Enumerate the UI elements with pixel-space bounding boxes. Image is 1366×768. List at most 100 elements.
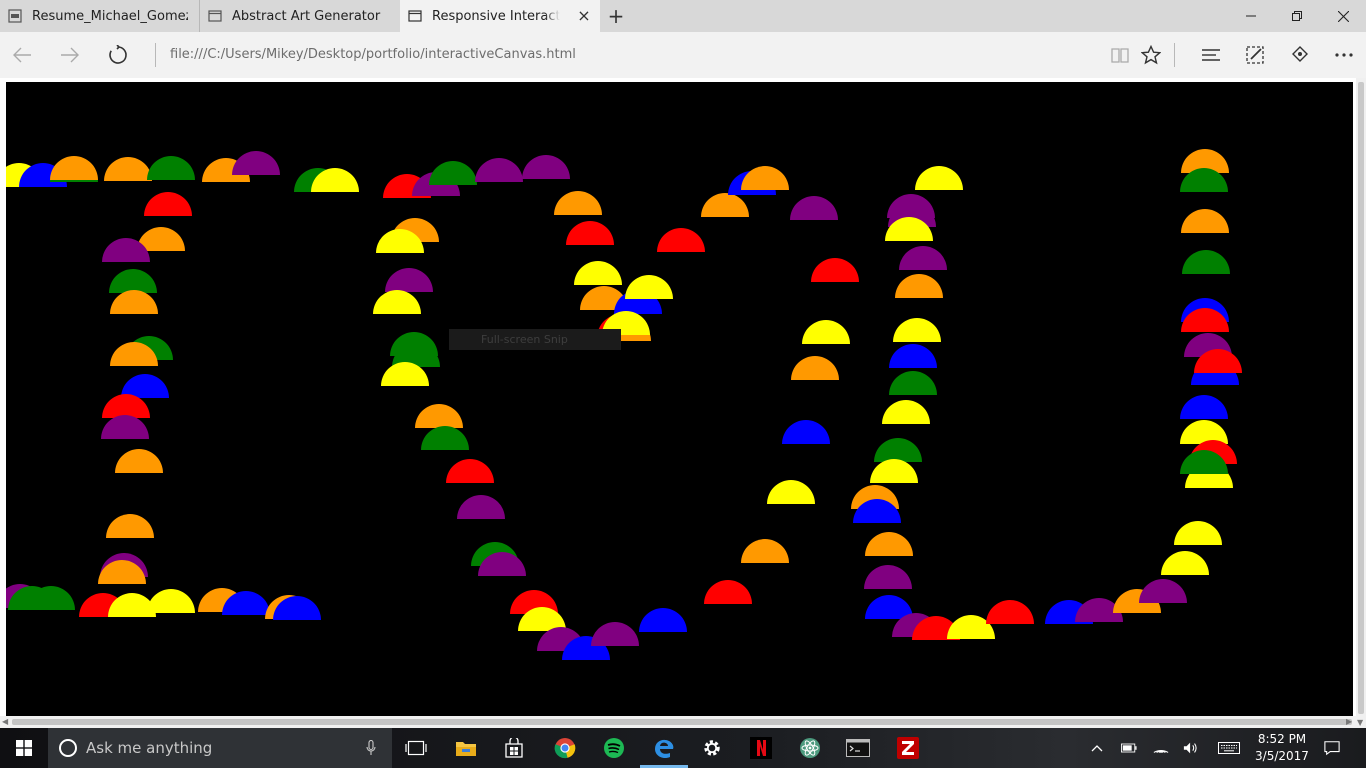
atom-button[interactable] [786,728,834,768]
edge-button[interactable] [640,728,688,768]
orange-half-circle [701,193,749,217]
hub-button[interactable] [1195,39,1227,71]
taskbar: Ask me anything 8:52 PM 3/5/2017 [0,728,1366,768]
system-clock[interactable]: 8:52 PM 3/5/2017 [1250,731,1314,765]
settings-button[interactable] [688,728,736,768]
yellow-half-circle [767,480,815,504]
tab-responsive-interactive[interactable]: Responsive Interactive C × [400,0,600,32]
reading-view-icon [1111,48,1129,63]
red-half-circle [446,459,494,483]
battery-icon[interactable] [1121,740,1137,756]
favorite-button[interactable] [1135,39,1167,71]
search-placeholder: Ask me anything [86,739,213,757]
action-center-icon[interactable] [1324,740,1340,756]
page-content: ◀ ▶ ▼ [0,78,1366,728]
orange-half-circle [110,290,158,314]
reading-view-button[interactable] [1104,39,1136,71]
green-half-circle [147,156,195,180]
cortana-icon [59,739,77,757]
scroll-left-arrow[interactable]: ◀ [2,718,8,726]
netflix-icon [750,737,772,759]
yellow-half-circle [147,589,195,613]
start-button[interactable] [0,728,48,768]
green-half-circle [421,426,469,450]
purple-half-circle [475,158,523,182]
snip-tooltip: Full-screen Snip [449,329,621,350]
green-half-circle [889,371,937,395]
new-tab-button[interactable]: + [604,4,628,28]
yellow-half-circle [1180,420,1228,444]
store-icon [505,738,523,758]
star-icon [1141,45,1161,65]
purple-half-circle [522,155,570,179]
atom-icon [800,738,820,758]
blue-half-circle [639,608,687,632]
yellow-half-circle [802,320,850,344]
blue-half-circle [782,420,830,444]
scroll-down-arrow[interactable]: ▼ [1357,719,1363,727]
share-icon [1292,46,1308,62]
blue-half-circle [889,344,937,368]
orange-half-circle [1181,209,1229,233]
yellow-half-circle [625,275,673,299]
task-view-button[interactable] [392,728,440,768]
purple-half-circle [385,268,433,292]
chrome-button[interactable] [541,728,589,768]
file-explorer-icon [456,742,476,756]
tab-strip: Resume_Michael_Gomez_.p Abstract Art Gen… [0,0,1366,32]
microphone-icon[interactable] [366,740,376,756]
horizontal-scroll-thumb[interactable] [12,719,1352,725]
filezilla-button[interactable] [884,728,932,768]
orange-half-circle [554,191,602,215]
cmd-button[interactable] [834,728,882,768]
close-tab-icon[interactable]: × [576,8,592,24]
green-half-circle [109,269,157,293]
orange-half-circle [115,449,163,473]
keyboard-icon[interactable] [1217,740,1241,756]
orange-half-circle [741,166,789,190]
forward-button[interactable] [54,39,86,71]
share-button[interactable] [1284,39,1316,71]
blue-half-circle [1180,395,1228,419]
yellow-half-circle [915,166,963,190]
back-button[interactable] [6,39,38,71]
scroll-right-arrow[interactable]: ▶ [1346,718,1352,726]
interactive-canvas[interactable] [6,82,1353,716]
wifi-icon[interactable] [1153,740,1169,756]
clock-date: 3/5/2017 [1255,749,1309,763]
restore-button[interactable] [1274,0,1320,32]
task-view-icon [405,740,427,756]
tab-abstract-art[interactable]: Abstract Art Generator [200,0,400,32]
red-half-circle [986,600,1034,624]
purple-half-circle [232,151,280,175]
volume-icon[interactable] [1183,740,1199,756]
minimize-button[interactable] [1228,0,1274,32]
tab-resume[interactable]: Resume_Michael_Gomez_.p [0,0,200,32]
hub-icon [1202,49,1220,61]
edge-icon [655,739,674,759]
green-half-circle [429,161,477,185]
refresh-button[interactable] [102,39,134,71]
more-button[interactable] [1328,39,1360,71]
windows-logo-icon [16,740,32,756]
web-note-button[interactable] [1239,39,1271,71]
red-half-circle [657,228,705,252]
file-explorer-button[interactable] [442,728,490,768]
yellow-half-circle [870,459,918,483]
close-window-button[interactable] [1320,0,1366,32]
netflix-button[interactable] [737,728,785,768]
address-bar: file:///C:/Users/Mikey/Desktop/portfolio… [0,32,1366,78]
purple-half-circle [1139,579,1187,603]
url-field[interactable]: file:///C:/Users/Mikey/Desktop/portfolio… [170,47,576,62]
spotify-button[interactable] [590,728,638,768]
page-icon [408,9,422,23]
vertical-scroll-thumb[interactable] [1358,82,1364,714]
web-note-icon [1246,46,1264,64]
cortana-search-box[interactable]: Ask me anything [48,728,392,768]
chevron-up-icon[interactable] [1089,740,1105,756]
filezilla-icon [897,737,919,759]
yellow-half-circle [882,400,930,424]
store-button[interactable] [490,728,538,768]
red-half-circle [811,258,859,282]
orange-half-circle [741,539,789,563]
